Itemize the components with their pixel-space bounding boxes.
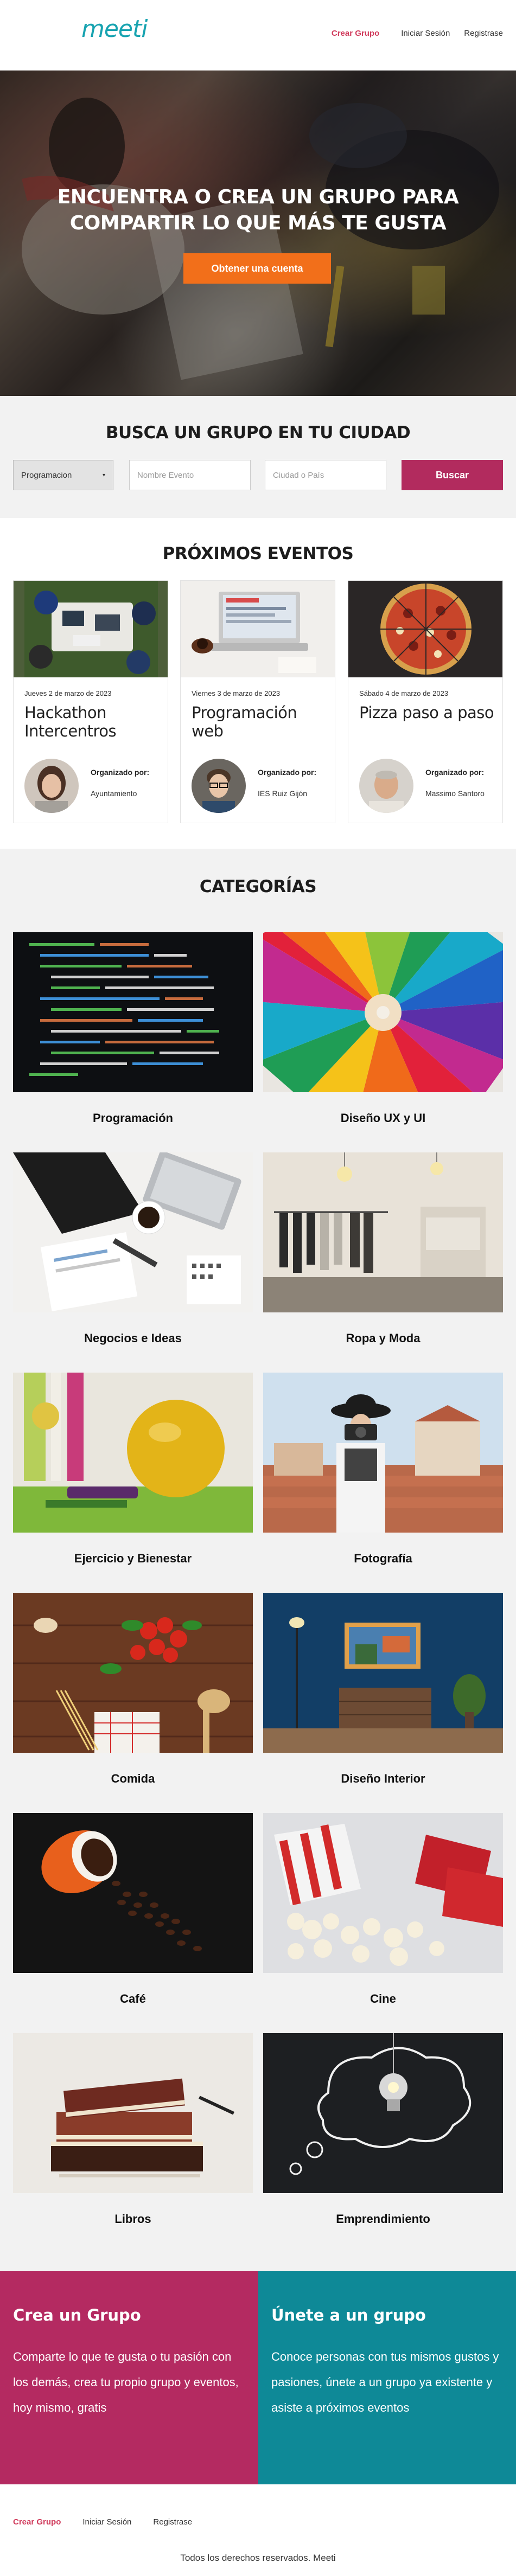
category-select[interactable]: Programacion ▾ bbox=[13, 460, 113, 490]
site-logo[interactable]: meeti bbox=[81, 15, 148, 43]
chevron-down-icon: ▾ bbox=[102, 472, 105, 478]
organizer-label: Organizado por: bbox=[425, 768, 485, 777]
search-section: BUSCA UN GRUPO EN TU CIUDAD Programacion… bbox=[0, 396, 516, 518]
organizer-label: Organizado por: bbox=[258, 768, 317, 777]
nav-login-link[interactable]: Iniciar Sesión bbox=[401, 29, 450, 38]
event-name-input[interactable]: Nombre Evento bbox=[129, 460, 251, 490]
category-label[interactable]: Programación bbox=[13, 1111, 253, 1125]
event-image-pizza bbox=[348, 581, 502, 677]
category-label[interactable]: Libros bbox=[13, 2212, 253, 2226]
category-image-food bbox=[13, 1593, 253, 1753]
organizer-name: Ayuntamiento bbox=[91, 789, 137, 798]
category-label[interactable]: Diseño UX y UI bbox=[263, 1111, 503, 1125]
category-card[interactable]: Libros bbox=[13, 2033, 253, 2226]
join-group-title[interactable]: Únete a un grupo bbox=[271, 2306, 503, 2324]
categories-title: CATEGORÍAS bbox=[199, 877, 317, 896]
category-card[interactable]: Ejercicio y Bienestar bbox=[13, 1373, 253, 1565]
category-select-value: Programacion bbox=[21, 470, 72, 480]
category-image-ux-design bbox=[263, 932, 503, 1092]
hero-section: ENCUENTRA O CREA UN GRUPO PARA COMPARTIR… bbox=[0, 71, 516, 396]
category-label[interactable]: Negocios e Ideas bbox=[13, 1331, 253, 1345]
event-date: Jueves 2 de marzo de 2023 bbox=[24, 689, 112, 697]
event-card[interactable]: Jueves 2 de marzo de 2023 Hackathon Inte… bbox=[13, 580, 168, 823]
join-group-cta: Únete a un grupo Conoce personas con tus… bbox=[258, 2271, 516, 2484]
event-date: Viernes 3 de marzo de 2023 bbox=[192, 689, 281, 697]
category-label[interactable]: Café bbox=[13, 1992, 253, 2006]
event-date: Sábado 4 de marzo de 2023 bbox=[359, 689, 449, 697]
category-label[interactable]: Comida bbox=[13, 1772, 253, 1786]
nav-register-link[interactable]: Registrase bbox=[464, 29, 503, 38]
category-image-fitness bbox=[13, 1373, 253, 1533]
category-card[interactable]: Comida bbox=[13, 1593, 253, 1785]
category-label[interactable]: Emprendimiento bbox=[263, 2212, 503, 2226]
hero-title-line-2: COMPARTIR LO QUE MÁS TE GUSTA bbox=[69, 212, 447, 234]
event-title[interactable]: Pizza paso a paso bbox=[359, 703, 495, 722]
category-card[interactable]: Programación bbox=[13, 932, 253, 1125]
category-label[interactable]: Ejercicio y Bienestar bbox=[13, 1552, 253, 1566]
hero-title: ENCUENTRA O CREA UN GRUPO PARA COMPARTIR… bbox=[0, 184, 516, 236]
category-label[interactable]: Ropa y Moda bbox=[263, 1331, 503, 1345]
category-card[interactable]: Negocios e Ideas bbox=[13, 1152, 253, 1345]
organizer-label: Organizado por: bbox=[91, 768, 150, 777]
categories-section: CATEGORÍAS Programación Diseño UX y UI N… bbox=[0, 849, 516, 2271]
category-card[interactable]: Diseño Interior bbox=[263, 1593, 503, 1785]
organizer-name: Massimo Santoro bbox=[425, 789, 485, 798]
create-group-cta: Crea un Grupo Comparte lo que te gusta o… bbox=[0, 2271, 258, 2484]
event-title[interactable]: Programación web bbox=[192, 703, 327, 740]
category-label[interactable]: Cine bbox=[263, 1992, 503, 2006]
organizer-avatar bbox=[192, 759, 246, 813]
event-image-web bbox=[181, 581, 335, 677]
category-image-fashion bbox=[263, 1152, 503, 1312]
category-card[interactable]: Emprendimiento bbox=[263, 2033, 503, 2226]
category-card[interactable]: Café bbox=[13, 1813, 253, 2005]
category-image-programming bbox=[13, 932, 253, 1092]
category-image-cinema bbox=[263, 1813, 503, 1973]
footer-register-link[interactable]: Registrase bbox=[153, 2517, 192, 2527]
nav-create-group-link[interactable]: Crear Grupo bbox=[332, 29, 379, 38]
search-button[interactable]: Buscar bbox=[402, 460, 503, 490]
event-card[interactable]: Sábado 4 de marzo de 2023 Pizza paso a p… bbox=[348, 580, 503, 823]
site-header: meeti Crear Grupo Iniciar Sesión Registr… bbox=[0, 0, 516, 71]
create-group-text: Comparte lo que te gusta o tu pasión con… bbox=[13, 2350, 239, 2414]
organizer-avatar bbox=[24, 759, 79, 813]
category-image-interior-design bbox=[263, 1593, 503, 1753]
category-label[interactable]: Fotografía bbox=[263, 1552, 503, 1566]
organizer-name: IES Ruiz Gijón bbox=[258, 789, 308, 798]
category-image-books bbox=[13, 2033, 253, 2193]
category-image-photography bbox=[263, 1373, 503, 1533]
category-label[interactable]: Diseño Interior bbox=[263, 1772, 503, 1786]
main-nav: Crear Grupo Iniciar Sesión Registrase bbox=[332, 29, 503, 38]
site-footer: Crear Grupo Iniciar Sesión Registrase To… bbox=[0, 2484, 516, 2576]
create-group-title[interactable]: Crea un Grupo bbox=[13, 2306, 245, 2324]
category-image-entrepreneurship bbox=[263, 2033, 503, 2193]
search-title: BUSCA UN GRUPO EN TU CIUDAD bbox=[105, 423, 411, 443]
hero-title-line-1: ENCUENTRA O CREA UN GRUPO PARA bbox=[57, 186, 459, 208]
footer-login-link[interactable]: Iniciar Sesión bbox=[82, 2517, 131, 2527]
footer-nav: Crear Grupo Iniciar Sesión Registrase bbox=[13, 2517, 192, 2527]
category-card[interactable]: Fotografía bbox=[263, 1373, 503, 1565]
city-input[interactable]: Ciudad o País bbox=[265, 460, 386, 490]
join-group-text: Conoce personas con tus mismos gustos y … bbox=[271, 2350, 499, 2414]
event-title[interactable]: Hackathon Intercentros bbox=[24, 703, 160, 740]
category-card[interactable]: Cine bbox=[263, 1813, 503, 2005]
footer-create-group-link[interactable]: Crear Grupo bbox=[13, 2517, 61, 2527]
category-card[interactable]: Ropa y Moda bbox=[263, 1152, 503, 1345]
category-card[interactable]: Diseño UX y UI bbox=[263, 932, 503, 1125]
category-image-coffee bbox=[13, 1813, 253, 1973]
events-section: PRÓXIMOS EVENTOS Jueves 2 de marzo de 20… bbox=[0, 518, 516, 849]
copyright-text: Todos los derechos reservados. Meeti bbox=[180, 2553, 336, 2563]
get-account-button[interactable]: Obtener una cuenta bbox=[183, 253, 331, 284]
event-image-hackathon bbox=[14, 581, 168, 677]
events-title: PRÓXIMOS EVENTOS bbox=[162, 544, 354, 563]
organizer-avatar bbox=[359, 759, 413, 813]
event-card[interactable]: Viernes 3 de marzo de 2023 Programación … bbox=[180, 580, 335, 823]
category-image-business bbox=[13, 1152, 253, 1312]
